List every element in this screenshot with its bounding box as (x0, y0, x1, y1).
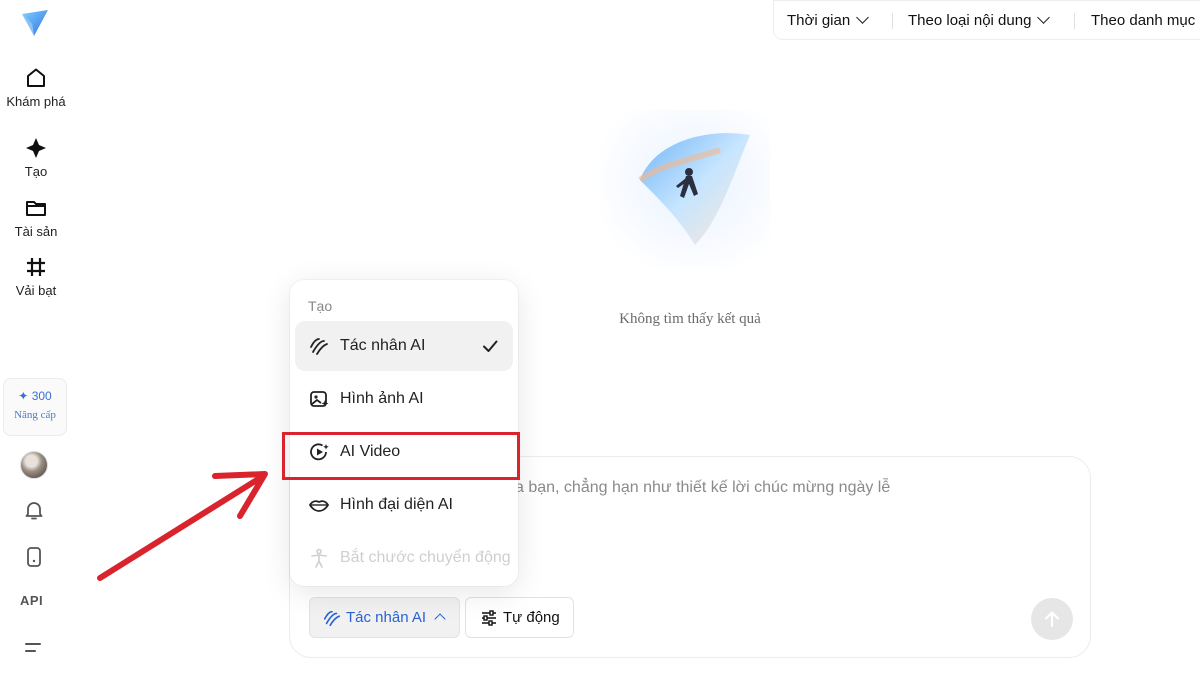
mode-select-button[interactable]: Tác nhân AI (309, 597, 460, 638)
divider (892, 13, 893, 29)
sidebar-item-label: Khám phá (6, 94, 66, 109)
sidebar-item-label: Tạo (24, 164, 48, 179)
filter-label: Theo danh mục (1091, 12, 1196, 29)
filter-bar: Thời gian Theo loại nội dung Theo danh m… (773, 0, 1200, 40)
auto-settings-label: Tự động (503, 609, 560, 626)
menu-item-ai-avatar[interactable]: Hình đại diện AI (295, 480, 513, 530)
menu-icon[interactable] (22, 636, 46, 660)
menu-item-label: Hình ảnh AI (340, 390, 424, 407)
credits-value: 300 (31, 389, 52, 403)
chevron-down-icon (1037, 11, 1051, 24)
menu-item-label: Bắt chước chuyển động (340, 549, 511, 566)
home-icon (27, 68, 45, 87)
sparkle-icon (26, 138, 46, 158)
send-button[interactable] (1031, 598, 1073, 640)
avatar[interactable] (20, 451, 48, 479)
filter-category[interactable]: Theo danh mục (1091, 12, 1195, 29)
empty-state-message: Không tìm thấy kết quả (619, 311, 761, 327)
folder-icon (26, 201, 46, 216)
filter-label: Theo loại nội dung (908, 12, 1032, 29)
agent-icon (323, 610, 341, 627)
mobile-icon[interactable] (22, 545, 46, 569)
sidebar-item-label: Tài sản (14, 224, 58, 239)
credits-badge[interactable]: ✦ 300 Nâng cấp (3, 378, 67, 436)
menu-item-ai-agent[interactable]: Tác nhân AI (295, 321, 513, 371)
sidebar-item-explore[interactable]: Khám phá (0, 66, 72, 112)
menu-item-motion-mimic[interactable]: Bắt chước chuyển động (295, 533, 513, 583)
filter-label: Thời gian (787, 12, 851, 29)
filter-content-type[interactable]: Theo loại nội dung (908, 11, 1051, 29)
filter-time[interactable]: Thời gian (787, 11, 870, 29)
sidebar-item-create[interactable]: Tạo (0, 136, 72, 182)
sliders-icon (482, 610, 496, 626)
logo-icon[interactable] (20, 8, 50, 38)
motion-icon (311, 548, 327, 568)
mode-select-label: Tác nhân AI (346, 609, 427, 626)
menu-item-ai-image[interactable]: Hình ảnh AI (295, 374, 513, 424)
auto-settings-button[interactable]: Tự động (465, 597, 574, 638)
sidebar-item-assets[interactable]: Tài sản (0, 196, 72, 242)
image-ai-icon (310, 391, 329, 407)
agent-icon (310, 338, 328, 355)
bell-icon[interactable] (22, 498, 46, 522)
sidebar-item-canvas[interactable]: Vải bạt (0, 255, 72, 301)
divider (1074, 13, 1075, 29)
menu-item-label: Tác nhân AI (340, 337, 426, 354)
sparkle-icon: ✦ (18, 389, 29, 403)
annotation-arrow-icon (97, 471, 268, 581)
canvas-icon (27, 258, 45, 276)
chevron-up-icon (434, 613, 446, 625)
check-icon (483, 340, 498, 352)
upgrade-link[interactable]: Nâng cấp (4, 409, 66, 421)
api-link[interactable]: API (20, 593, 43, 608)
empty-state-illustration (600, 110, 770, 270)
arrow-up-icon (1044, 611, 1060, 628)
chevron-down-icon (856, 11, 870, 24)
menu-item-label: Hình đại diện AI (340, 496, 453, 513)
annotation-highlight-box (282, 432, 520, 480)
menu-title: Tạo (308, 298, 333, 314)
sidebar: Khám phá Tạo Tài sản Vải bạt ✦ 300 Nâng … (0, 0, 72, 675)
avatar-lips-icon (308, 500, 330, 512)
sidebar-item-label: Vải bạt (15, 283, 57, 298)
prompt-placeholder[interactable]: a bạn, chẳng hạn như thiết kế lời chúc m… (515, 479, 890, 497)
